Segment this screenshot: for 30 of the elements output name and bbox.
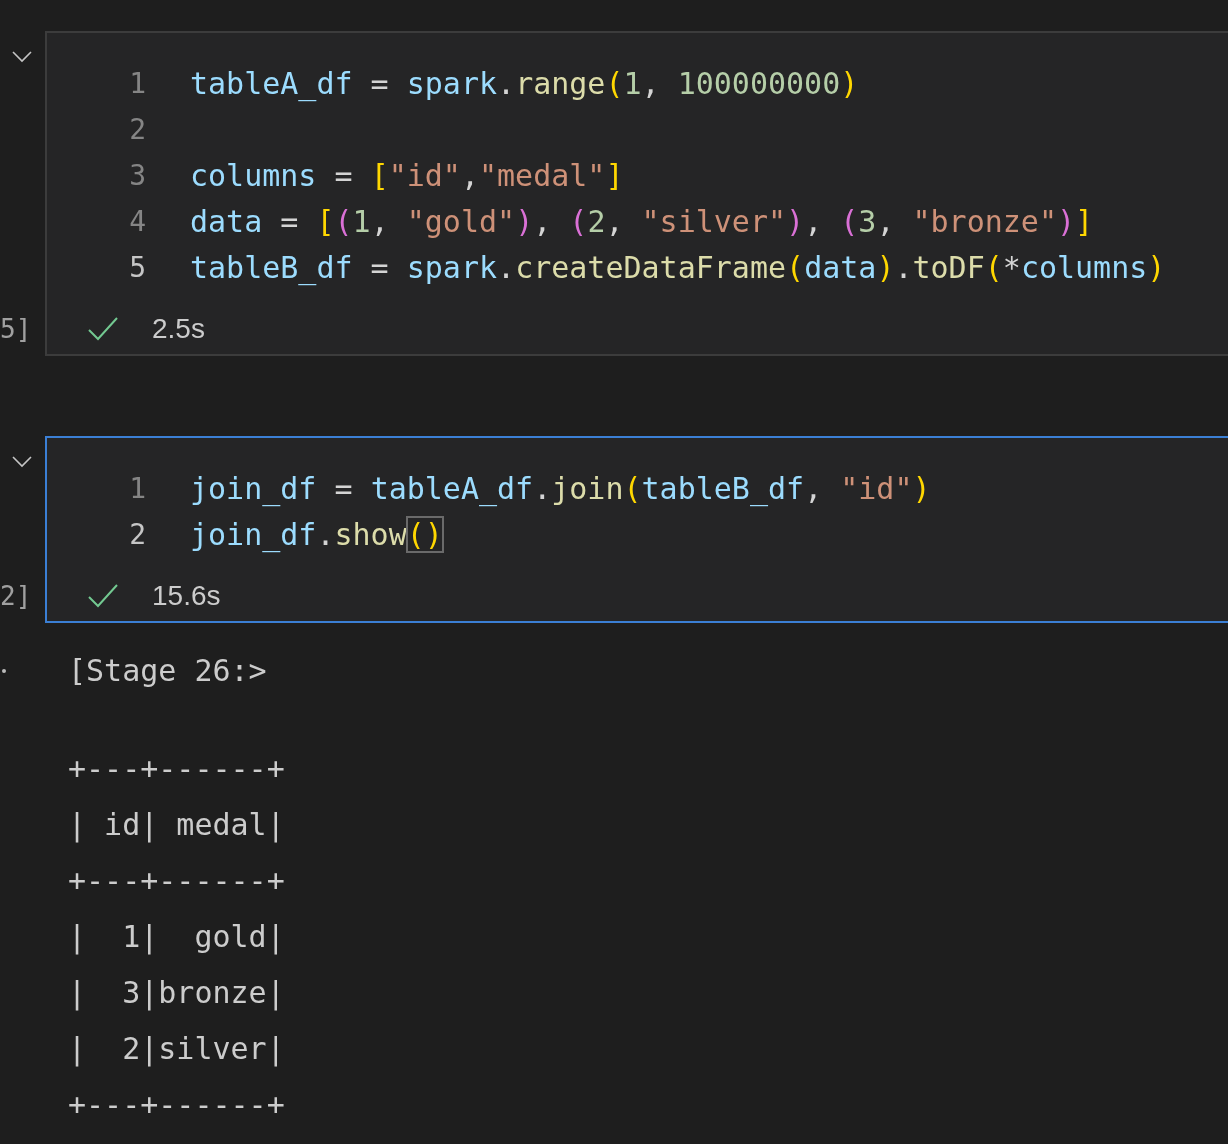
dot-icon	[2, 669, 6, 673]
output-text: [Stage 26:>	[68, 652, 268, 690]
line-number: 1	[128, 66, 146, 100]
code-line: join_df = tableA_df.join(tableB_df, "id")	[190, 470, 931, 506]
code-line: tableA_df = spark.range(1, 100000000)	[190, 65, 859, 101]
line-number: 4	[128, 204, 146, 238]
line-number: 1	[128, 471, 146, 505]
line-number: 2	[128, 517, 146, 551]
code-line: tableB_df = spark.createDataFrame(data).toDF(*columns)	[190, 249, 1166, 285]
output-text: | id| medal|	[68, 806, 286, 845]
output-text: | 3|bronze|	[68, 974, 286, 1013]
output-text: +---+------+	[68, 1086, 286, 1124]
execution-time: 2.5s	[152, 313, 205, 345]
output-text: +---+------+	[68, 750, 286, 788]
output-text: | 2|silver|	[68, 1030, 286, 1069]
execution-time: 15.6s	[152, 580, 221, 612]
output-text: +---+------+	[68, 862, 286, 900]
line-number: 2	[128, 112, 146, 146]
line-number: 3	[128, 158, 146, 192]
code-cell[interactable]: 1 tableA_df = spark.range(1, 100000000) 2 3 columns = ["id","medal"] 4 data = [(1, "gold"), (2, "silver"), (3, "bronze")] 5 tableB_df = spark.createDataFrame(data).toDF(*columns) 2.5s	[45, 31, 1228, 356]
code-cell[interactable]: 1 join_df = tableA_df.join(tableB_df, "id") 2 join_df.show() 15.6s	[45, 436, 1228, 623]
code-line: data = [(1, "gold"), (2, "silver"), (3, "bronze")]	[190, 203, 1094, 239]
chevron-down-icon[interactable]	[12, 456, 32, 468]
code-line: columns = ["id","medal"]	[190, 157, 624, 193]
chevron-down-icon[interactable]	[12, 51, 32, 63]
execution-count: 2]	[0, 580, 32, 613]
execution-count: 5]	[0, 313, 32, 346]
line-number: 5	[128, 250, 146, 284]
code-line: join_df.show()	[190, 516, 443, 552]
output-text: | 1| gold|	[68, 918, 286, 957]
